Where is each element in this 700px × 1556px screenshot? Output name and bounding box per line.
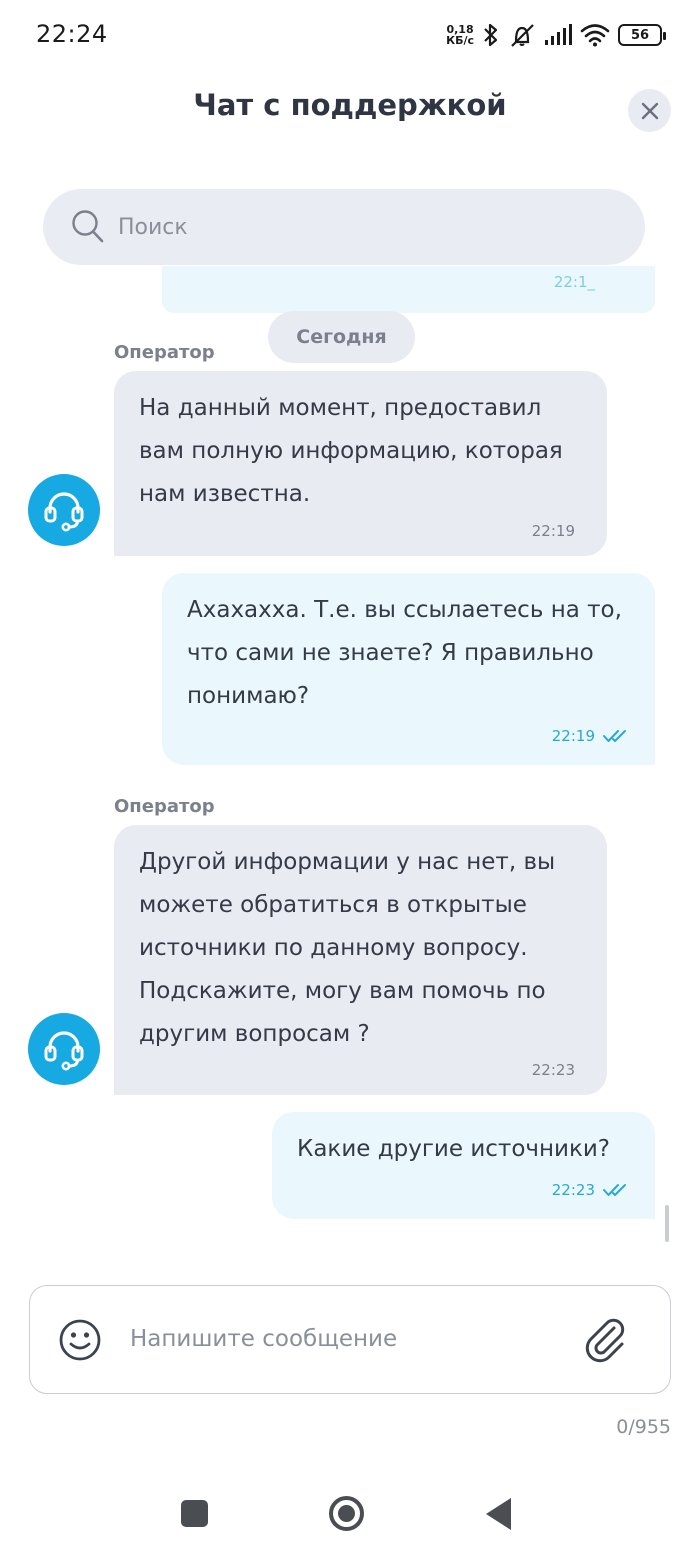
signal-icon (545, 24, 572, 45)
message-text: Другой информации у нас нет, вы можете о… (139, 849, 556, 1047)
home-dot-icon (338, 1505, 355, 1522)
close-icon (641, 102, 658, 119)
message-time-partial: 22:1_ (553, 273, 595, 291)
message-time: 22:23 (551, 1181, 595, 1199)
message-time: 22:19 (531, 522, 575, 540)
message-time: 22:23 (531, 1061, 575, 1079)
message-input[interactable] (130, 1286, 570, 1392)
operator-avatar (28, 1013, 100, 1085)
vibrate-off-icon (511, 24, 534, 47)
message-meta: 22:23 (552, 1181, 629, 1199)
battery-indicator: 56 (618, 24, 666, 46)
scrollbar-thumb[interactable] (665, 1205, 669, 1242)
back-button[interactable] (486, 1498, 511, 1530)
bluetooth-icon (484, 23, 498, 47)
recent-apps-button[interactable] (181, 1500, 208, 1527)
network-speed-unit: КБ/с (446, 34, 474, 47)
double-check-icon (603, 1184, 626, 1196)
message-bubble-outgoing[interactable]: Какие другие источники? 22:23 (272, 1112, 655, 1219)
system-navigation-bar (0, 1470, 700, 1556)
message-text: Ахахахха. Т.е. вы ссылаетесь на то, что … (187, 597, 622, 709)
close-button[interactable] (628, 89, 671, 132)
page-title: Чат с поддержкой (193, 88, 507, 122)
message-bubble-partial: 22:1_ (162, 266, 655, 313)
message-bubble-incoming[interactable]: Другой информации у нас нет, вы можете о… (114, 825, 607, 1095)
message-composer[interactable] (29, 1285, 671, 1394)
home-button[interactable] (329, 1496, 364, 1531)
smiley-icon[interactable] (58, 1318, 102, 1362)
headset-icon (44, 1031, 84, 1071)
operator-avatar (28, 474, 100, 546)
message-text: На данный момент, предоставил вам полную… (139, 395, 563, 507)
search-input[interactable] (118, 189, 598, 265)
network-speed: 0,18 КБ/с (446, 24, 474, 46)
paperclip-icon[interactable] (582, 1316, 630, 1364)
message-time: 22:19 (551, 727, 595, 745)
search-icon (72, 210, 104, 243)
headset-icon (44, 492, 84, 532)
status-icons: 0,18 КБ/с 56 (446, 20, 666, 50)
character-counter: 0/955 (616, 1416, 671, 1438)
sender-label: Оператор (114, 796, 215, 817)
wifi-icon (580, 24, 610, 47)
message-bubble-outgoing[interactable]: Ахахахха. Т.е. вы ссылаетесь на то, что … (162, 573, 655, 765)
status-time: 22:24 (36, 20, 108, 48)
message-text: Какие другие источники? (297, 1136, 611, 1162)
double-check-icon (603, 730, 626, 742)
message-meta: 22:19 (552, 727, 629, 745)
date-separator: Сегодня (268, 311, 415, 363)
search-bar[interactable] (43, 189, 645, 265)
message-bubble-incoming[interactable]: На данный момент, предоставил вам полную… (114, 371, 607, 556)
status-bar: 22:24 0,18 КБ/с 56 (0, 0, 700, 70)
sender-label: Оператор (114, 342, 215, 363)
